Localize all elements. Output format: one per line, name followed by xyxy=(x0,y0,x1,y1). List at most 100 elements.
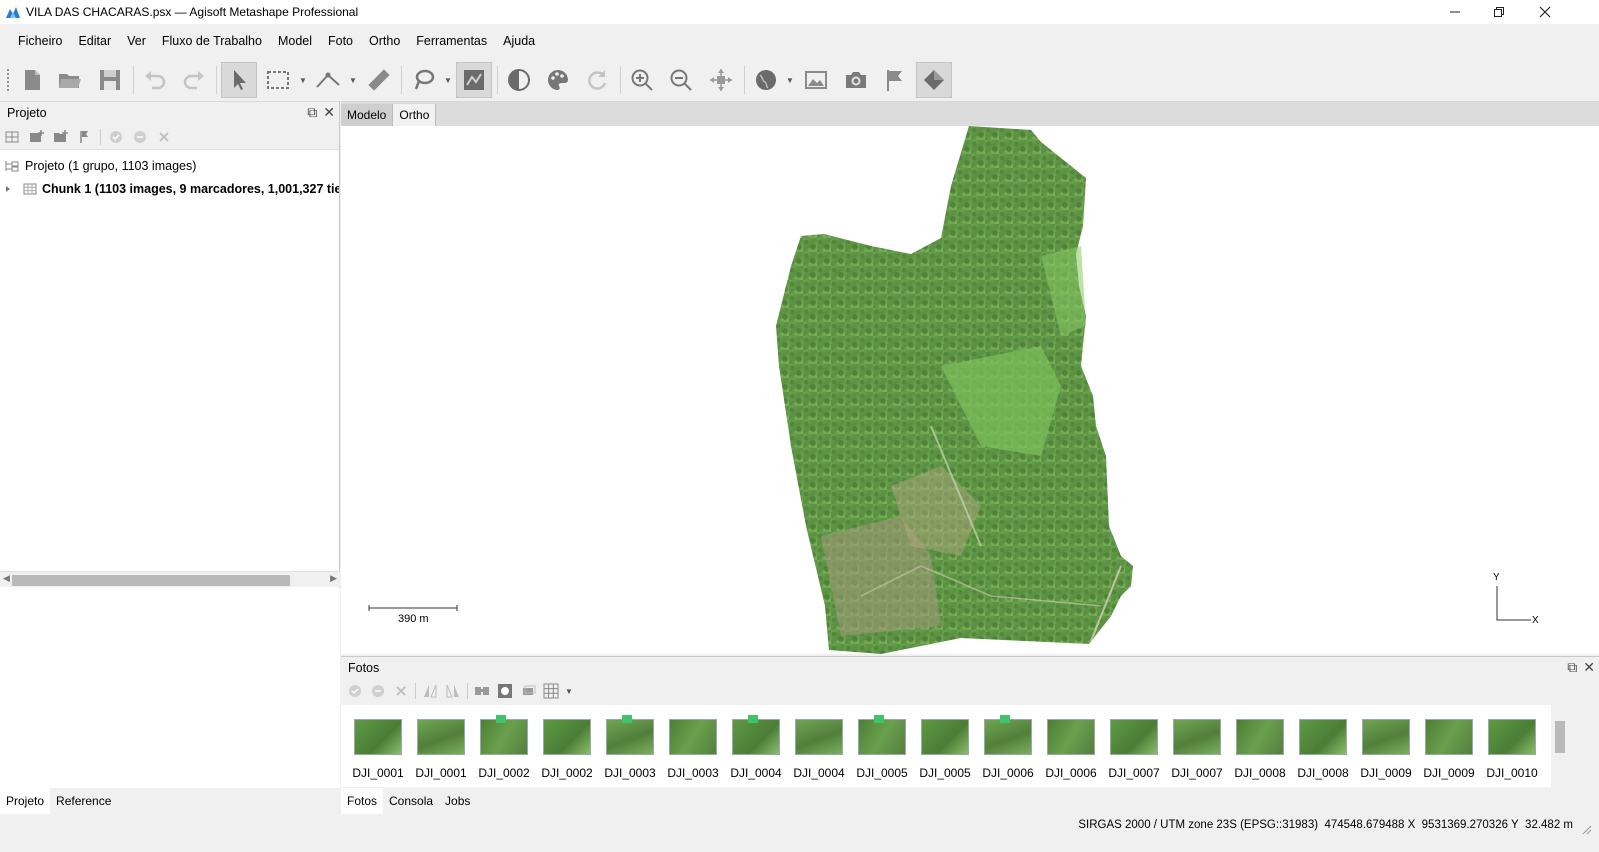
photo-thumbnail[interactable]: DJI_0001 xyxy=(415,719,467,780)
menu-fluxo-de-trabalho[interactable]: Fluxo de Trabalho xyxy=(154,34,270,48)
undo-button[interactable] xyxy=(137,62,173,98)
zoom-in-button[interactable] xyxy=(624,62,660,98)
tab-modelo[interactable]: Modelo xyxy=(341,104,394,126)
photo-thumbnail[interactable]: DJI_0005 xyxy=(919,719,971,780)
rectangle-selection-button[interactable] xyxy=(260,62,296,98)
photo-thumbnail[interactable]: DJI_0003 xyxy=(667,719,719,780)
menu-ferramentas[interactable]: Ferramentas xyxy=(408,34,495,48)
float-panel-icon[interactable]: ⧉ xyxy=(1567,659,1577,676)
close-panel-icon[interactable]: ✕ xyxy=(323,104,335,121)
tab-jobs[interactable]: Jobs xyxy=(439,788,476,814)
menu-ficheiro[interactable]: Ficheiro xyxy=(10,34,70,48)
photo-thumbnail[interactable]: DJI_0006 xyxy=(1045,719,1097,780)
scrollbar-thumb[interactable] xyxy=(12,575,290,586)
filter-icon[interactable] xyxy=(473,682,491,700)
mask-icon[interactable] xyxy=(496,682,514,700)
add-chunk-icon[interactable] xyxy=(4,128,22,146)
close-panel-icon[interactable]: ✕ xyxy=(1583,659,1595,676)
orthomosaic-view-button[interactable] xyxy=(456,62,492,98)
minimize-button[interactable] xyxy=(1432,0,1478,24)
scrollbar-thumb[interactable] xyxy=(1555,721,1565,753)
enable-icon[interactable] xyxy=(346,682,364,700)
photo-thumbnail[interactable]: DJI_0006 xyxy=(982,715,1034,780)
chevron-down-icon[interactable]: ▼ xyxy=(444,76,452,85)
scroll-right-icon[interactable]: ▶ xyxy=(330,573,337,584)
remove-icon[interactable] xyxy=(155,128,173,146)
photo-thumbnail[interactable]: DJI_0010 xyxy=(1486,719,1538,780)
menu-ajuda[interactable]: Ajuda xyxy=(495,34,543,48)
close-window-button[interactable] xyxy=(1522,0,1568,24)
float-panel-icon[interactable]: ⧉ xyxy=(307,104,317,121)
restore-button[interactable] xyxy=(1476,0,1522,24)
ortho-view[interactable]: 390 m Y X xyxy=(341,126,1568,654)
menu-editar[interactable]: Editar xyxy=(70,34,119,48)
menu-model[interactable]: Model xyxy=(270,34,320,48)
image-view-button[interactable] xyxy=(798,62,834,98)
markers-button[interactable] xyxy=(877,62,913,98)
disable-icon[interactable] xyxy=(369,682,387,700)
tab-reference[interactable]: Reference xyxy=(50,788,117,814)
photo-thumbnail[interactable]: DJI_0009 xyxy=(1360,719,1412,780)
scroll-left-icon[interactable]: ◀ xyxy=(3,573,10,584)
photos-vertical-scrollbar[interactable] xyxy=(1553,705,1567,787)
menu-ver[interactable]: Ver xyxy=(119,34,154,48)
chevron-down-icon[interactable]: ▼ xyxy=(565,687,573,696)
navigation-tool-button[interactable] xyxy=(221,62,257,98)
chevron-down-icon[interactable]: ▼ xyxy=(349,76,357,85)
open-project-button[interactable] xyxy=(52,62,88,98)
project-horizontal-scrollbar[interactable]: ◀ ▶ xyxy=(0,571,340,587)
menu-ortho[interactable]: Ortho xyxy=(361,34,408,48)
size-grip-icon[interactable] xyxy=(1579,822,1593,836)
tab-fotos[interactable]: Fotos xyxy=(341,788,384,814)
disable-icon[interactable] xyxy=(131,128,149,146)
photo-thumbnail[interactable]: DJI_0004 xyxy=(730,715,782,780)
tree-row-project[interactable]: Projeto (1 grupo, 1103 images) xyxy=(0,154,339,177)
photo-thumbnail[interactable]: DJI_0007 xyxy=(1108,719,1160,780)
shapes-view-button[interactable] xyxy=(916,62,952,98)
tab-projeto[interactable]: Projeto xyxy=(0,788,51,814)
palette-button[interactable] xyxy=(540,62,576,98)
folder-open-icon xyxy=(59,74,81,88)
rotate-right-icon[interactable] xyxy=(444,682,462,700)
photo-thumbnail[interactable]: DJI_0005 xyxy=(856,715,908,780)
add-photos-icon[interactable] xyxy=(28,128,46,146)
ruler-draw-button[interactable] xyxy=(310,62,346,98)
new-project-button[interactable] xyxy=(14,62,50,98)
cameras-button[interactable] xyxy=(838,62,874,98)
contrast-button[interactable] xyxy=(501,62,537,98)
refresh-button[interactable] xyxy=(579,62,615,98)
enable-icon[interactable] xyxy=(107,128,125,146)
toolbar-grip[interactable] xyxy=(6,68,10,92)
photo-thumbnail[interactable]: DJI_0009 xyxy=(1423,719,1475,780)
add-folder-icon[interactable] xyxy=(52,128,70,146)
chevron-down-icon[interactable]: ▼ xyxy=(786,76,794,85)
redo-button[interactable] xyxy=(176,62,212,98)
orthomosaic-image[interactable] xyxy=(341,126,1568,654)
tab-ortho[interactable]: Ortho xyxy=(393,104,437,126)
photo-thumbnail[interactable]: DJI_0007 xyxy=(1171,719,1223,780)
photo-label: DJI_0004 xyxy=(793,766,845,780)
photo-thumbnail[interactable]: DJI_0008 xyxy=(1234,719,1286,780)
photo-thumbnail[interactable]: DJI_0008 xyxy=(1297,719,1349,780)
photo-thumbnail[interactable]: DJI_0002 xyxy=(541,719,593,780)
grid-view-icon[interactable] xyxy=(542,682,560,700)
menu-foto[interactable]: Foto xyxy=(320,34,361,48)
globe-button[interactable] xyxy=(748,62,784,98)
zoom-out-button[interactable] xyxy=(663,62,699,98)
photo-thumbnail[interactable]: DJI_0001 xyxy=(352,719,404,780)
remove-icon[interactable] xyxy=(392,682,410,700)
photo-thumbnail[interactable]: DJI_0002 xyxy=(478,715,530,780)
shapes-button[interactable] xyxy=(406,62,442,98)
expand-arrow-icon[interactable] xyxy=(4,182,12,196)
add-marker-icon[interactable] xyxy=(76,128,94,146)
photo-thumbnail[interactable]: DJI_0004 xyxy=(793,719,845,780)
reset-view-button[interactable] xyxy=(703,62,739,98)
chevron-down-icon[interactable]: ▼ xyxy=(299,76,307,85)
ruler-button[interactable] xyxy=(361,62,397,98)
layers-icon[interactable] xyxy=(519,682,537,700)
tab-consola[interactable]: Consola xyxy=(383,788,439,814)
rotate-left-icon[interactable] xyxy=(421,682,439,700)
save-project-button[interactable] xyxy=(92,62,128,98)
photo-thumbnail[interactable]: DJI_0003 xyxy=(604,715,656,780)
tree-row-chunk[interactable]: Chunk 1 (1103 images, 9 marcadores, 1,00… xyxy=(0,177,339,200)
